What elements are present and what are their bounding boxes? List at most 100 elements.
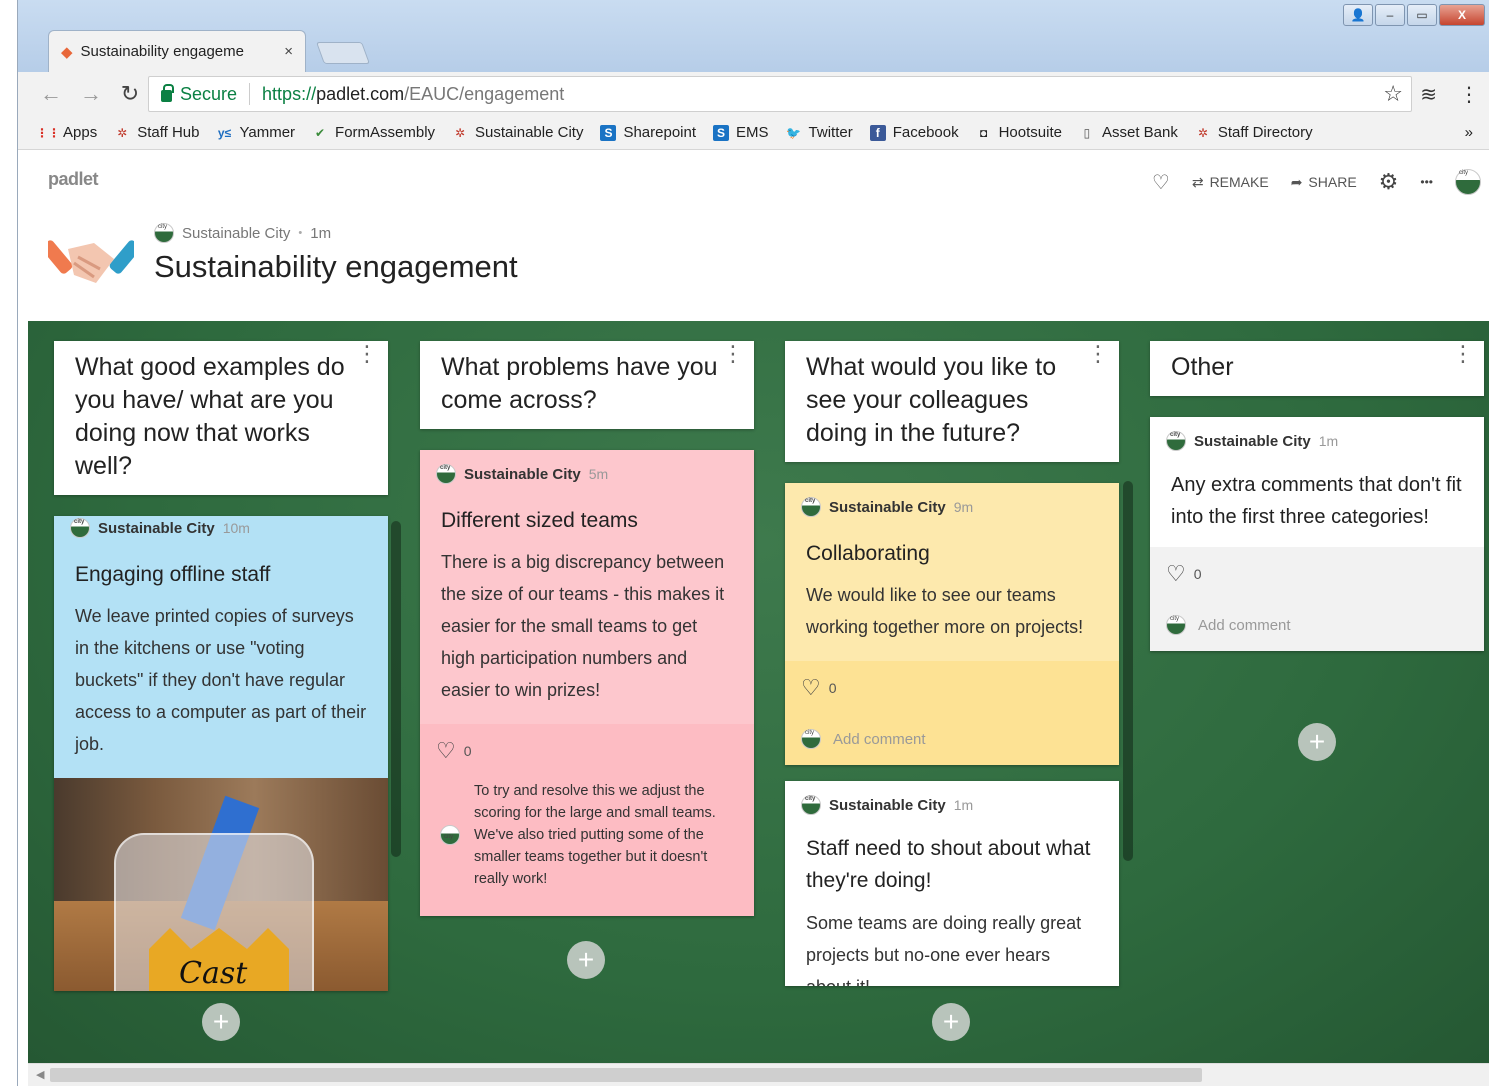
post-card[interactable]: Sustainable City 1m Staff need to shout … bbox=[785, 781, 1119, 986]
city-logo-icon: ✲ bbox=[1197, 125, 1208, 140]
close-window-button[interactable]: X bbox=[1439, 4, 1485, 26]
column-future: What would you like to see your colleagu… bbox=[785, 341, 1119, 986]
address-divider bbox=[249, 83, 251, 105]
bookmarks-overflow-button[interactable]: » bbox=[1465, 124, 1473, 141]
column-menu-icon[interactable]: ⋮ bbox=[722, 343, 744, 365]
like-count: 0 bbox=[463, 743, 472, 759]
sustainable-city-avatar-icon bbox=[801, 497, 821, 517]
bookmark-asset-bank[interactable]: ▯ Asset Bank bbox=[1079, 124, 1178, 141]
post-body: Some teams are doing really great projec… bbox=[806, 913, 1082, 986]
voting-bucket-photo[interactable]: Cast bbox=[54, 778, 388, 991]
secure-indicator[interactable]: Secure bbox=[161, 84, 237, 105]
settings-gear-icon[interactable]: ⚙ bbox=[1379, 169, 1399, 195]
browser-tab[interactable]: ◆ Sustainability engageme × bbox=[48, 30, 306, 72]
apps-grid-icon: ⋮⋮ bbox=[36, 125, 60, 140]
post-card[interactable]: Sustainable City 9m Collaborating We wou… bbox=[785, 483, 1119, 765]
board-author: Sustainable City bbox=[182, 224, 291, 242]
add-post-button[interactable]: + bbox=[567, 941, 605, 979]
post-title: Collaborating bbox=[806, 542, 930, 565]
account-avatar-icon[interactable] bbox=[1455, 169, 1481, 195]
column-heading: What good examples do you have/ what are… bbox=[54, 341, 388, 495]
scroll-left-arrow-icon[interactable]: ◀ bbox=[36, 1068, 44, 1081]
facebook-icon: f bbox=[869, 124, 886, 141]
browser-toolbar: ← → ↻ Secure https://padlet.com/EAUC/eng… bbox=[18, 72, 1489, 116]
buffer-extension-icon[interactable]: ≋ bbox=[1420, 82, 1437, 107]
maximize-button[interactable]: ▭ bbox=[1407, 4, 1437, 26]
post-card[interactable]: Sustainable City 10m Engaging offline st… bbox=[54, 516, 388, 991]
column-heading-text: What good examples do you have/ what are… bbox=[75, 353, 345, 480]
remake-icon: ⇄ bbox=[1191, 173, 1204, 190]
column-menu-icon[interactable]: ⋮ bbox=[1452, 343, 1474, 365]
bookmark-label: Hootsuite bbox=[998, 124, 1062, 141]
column-scrollbar[interactable] bbox=[1123, 481, 1133, 861]
tab-close-button[interactable]: × bbox=[284, 43, 293, 60]
user-profile-icon[interactable]: 👤 bbox=[1343, 4, 1373, 26]
post-author-line: Sustainable City 9m bbox=[785, 483, 1119, 517]
post-card[interactable]: Sustainable City 1m Any extra comments t… bbox=[1150, 417, 1484, 651]
bookmark-star-icon[interactable]: ☆ bbox=[1383, 81, 1403, 107]
post-author-line: Sustainable City 1m bbox=[785, 781, 1119, 815]
reload-icon[interactable]: ↻ bbox=[120, 81, 140, 107]
bookmark-sustainable-city[interactable]: ✲ Sustainable City bbox=[452, 124, 583, 141]
like-counter[interactable]: ♡ 0 bbox=[436, 738, 738, 764]
bookmark-apps[interactable]: ⋮⋮ Apps bbox=[36, 124, 97, 141]
window-left-edge bbox=[0, 0, 18, 1086]
share-button[interactable]: ➦ SHARE bbox=[1291, 174, 1357, 191]
post-body: There is a big discrepancy between the s… bbox=[441, 552, 725, 700]
add-post-button[interactable]: + bbox=[932, 1003, 970, 1041]
post-time: 10m bbox=[222, 520, 250, 536]
address-bar[interactable]: Secure https://padlet.com/EAUC/engagemen… bbox=[148, 76, 1412, 112]
bookmark-sharepoint[interactable]: S Sharepoint bbox=[600, 124, 696, 141]
bookmark-facebook[interactable]: f Facebook bbox=[869, 124, 959, 141]
post-author-line: Sustainable City 5m bbox=[420, 450, 754, 484]
add-post-button[interactable]: + bbox=[202, 1003, 240, 1041]
remake-button[interactable]: ⇄ REMAKE bbox=[1192, 174, 1269, 191]
bookmark-ems[interactable]: S EMS bbox=[713, 124, 769, 141]
bookmark-label: Asset Bank bbox=[1101, 124, 1178, 141]
like-heart-icon[interactable]: ♡ bbox=[1152, 170, 1170, 195]
browser-titlebar: ◆ Sustainability engageme × 👤 – ▭ X bbox=[18, 0, 1489, 72]
add-post-button[interactable]: + bbox=[1298, 723, 1336, 761]
document-icon: ▯ bbox=[1083, 125, 1091, 140]
column-menu-icon[interactable]: ⋮ bbox=[1087, 343, 1109, 365]
remake-label: REMAKE bbox=[1209, 174, 1269, 190]
minimize-button[interactable]: – bbox=[1375, 4, 1405, 26]
add-comment-field[interactable]: Add comment bbox=[801, 729, 1103, 749]
column-heading: Other ⋮ bbox=[1150, 341, 1484, 396]
like-counter[interactable]: ♡ 0 bbox=[1166, 561, 1468, 587]
post-author-line: Sustainable City 10m bbox=[54, 516, 388, 538]
more-options-button[interactable]: ••• bbox=[1420, 175, 1433, 189]
sustainable-city-avatar-icon bbox=[440, 825, 460, 848]
column-scrollbar[interactable] bbox=[391, 521, 401, 857]
post-title: Staff need to shout about what they're d… bbox=[806, 837, 1091, 892]
new-tab-button[interactable] bbox=[315, 42, 371, 64]
post-card[interactable]: Sustainable City 5m Different sized team… bbox=[420, 450, 754, 916]
header-actions: ♡ ⇄ REMAKE ➦ SHARE ⚙ ••• bbox=[1152, 169, 1481, 195]
window-controls: 👤 – ▭ X bbox=[1343, 4, 1485, 26]
bookmark-twitter[interactable]: 🐦 Twitter bbox=[786, 124, 853, 141]
post-author-line: Sustainable City 1m bbox=[1150, 417, 1484, 451]
back-arrow-icon[interactable]: ← bbox=[40, 81, 62, 107]
bookmark-staff-hub[interactable]: ✲ Staff Hub bbox=[114, 124, 199, 141]
padlet-logo[interactable]: padlet bbox=[48, 169, 99, 190]
heart-icon: ♡ bbox=[801, 675, 821, 700]
browser-menu-icon[interactable]: ⋮ bbox=[1459, 82, 1479, 107]
column-menu-icon[interactable]: ⋮ bbox=[356, 343, 378, 365]
owl-icon: ◘ bbox=[979, 125, 988, 140]
bookmark-label: Twitter bbox=[808, 124, 853, 141]
post-time: 9m bbox=[953, 499, 974, 515]
add-comment-field[interactable]: Add comment bbox=[1166, 615, 1468, 635]
forward-arrow-icon[interactable]: → bbox=[80, 81, 102, 107]
post-footer: ♡ 0 Add comment bbox=[785, 661, 1119, 765]
bookmark-staff-directory[interactable]: ✲ Staff Directory bbox=[1195, 124, 1313, 141]
column-heading: What problems have you come across? ⋮ bbox=[420, 341, 754, 429]
horizontal-scrollbar[interactable]: ◀ bbox=[28, 1063, 1489, 1086]
secure-label: Secure bbox=[180, 83, 238, 104]
like-counter[interactable]: ♡ 0 bbox=[801, 675, 1103, 701]
bookmark-hootsuite[interactable]: ◘ Hootsuite bbox=[976, 124, 1062, 141]
heart-icon: ♡ bbox=[1166, 561, 1186, 586]
bookmark-yammer[interactable]: y≤ Yammer bbox=[216, 124, 295, 141]
bookmark-formassembly[interactable]: ✔ FormAssembly bbox=[312, 124, 435, 141]
scrollbar-thumb[interactable] bbox=[50, 1068, 1202, 1082]
sharepoint-icon: S bbox=[600, 124, 617, 141]
